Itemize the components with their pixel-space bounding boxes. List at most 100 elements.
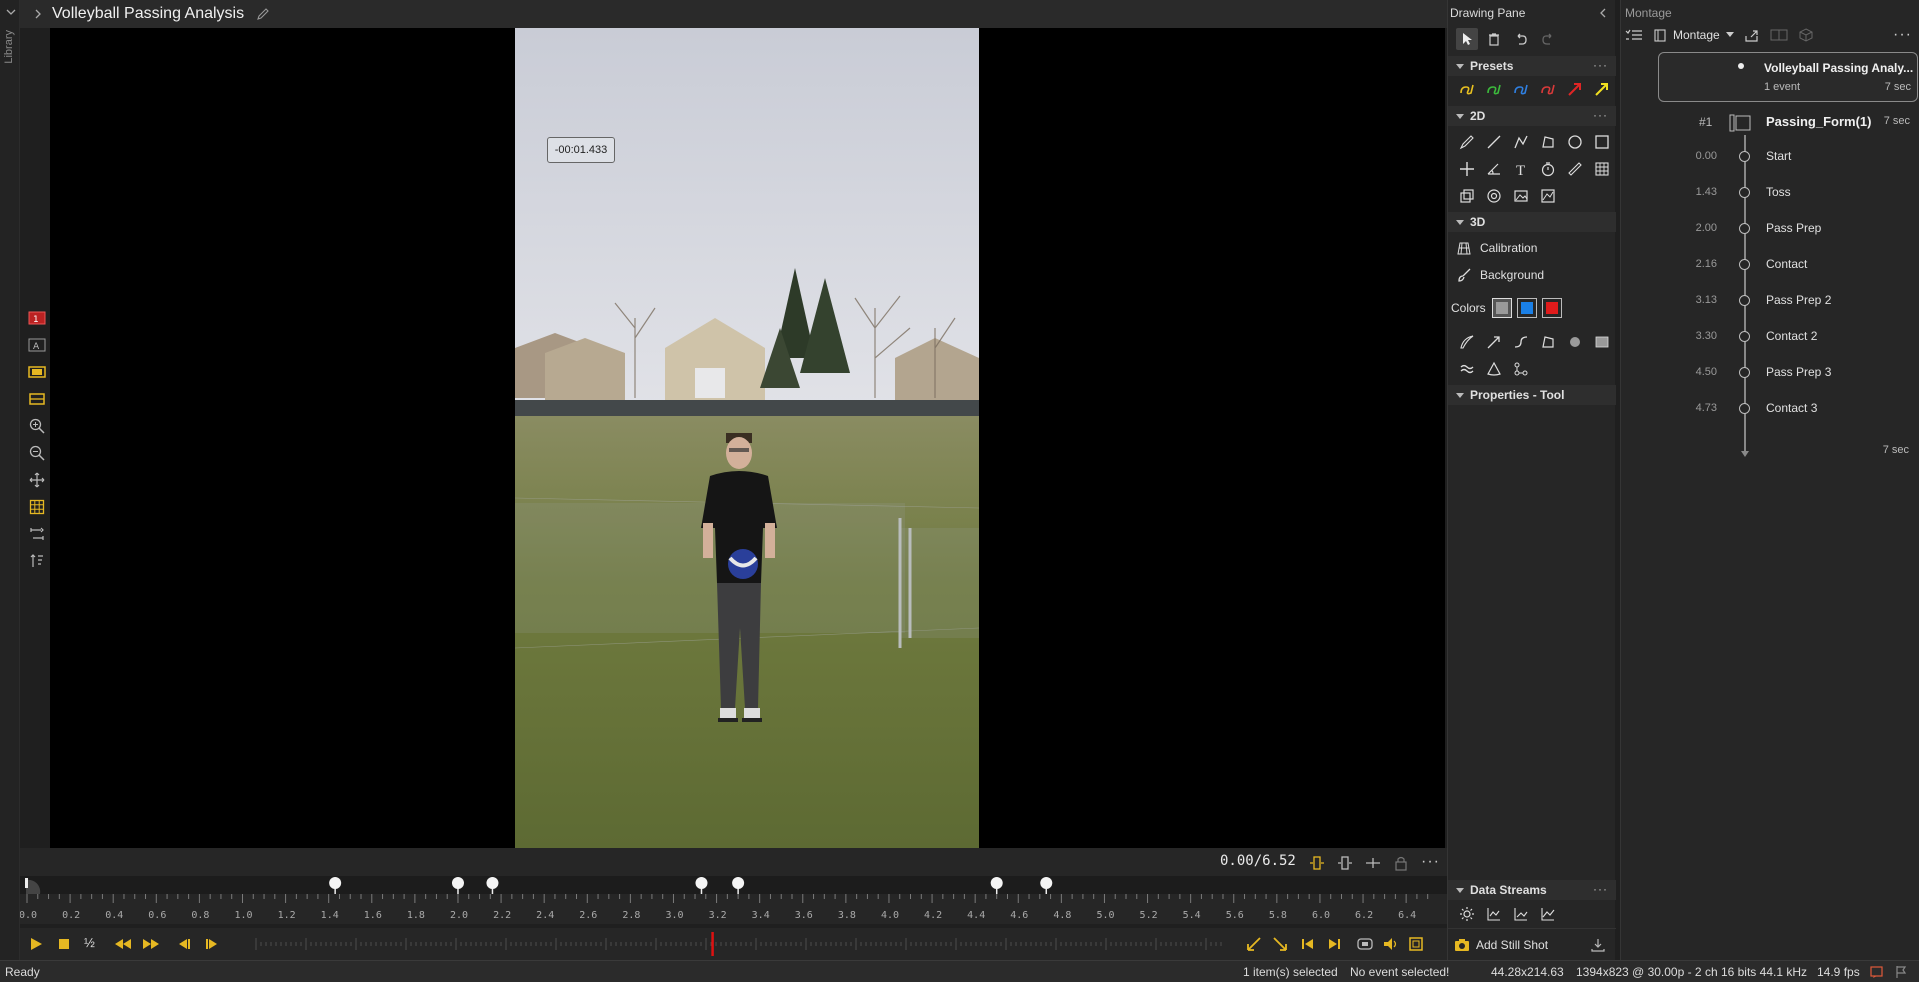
- image-tool[interactable]: [1510, 185, 1532, 207]
- record-tool[interactable]: 1: [24, 305, 50, 331]
- pen-tool[interactable]: [1456, 131, 1478, 153]
- stroke-style-tool[interactable]: [1456, 331, 1478, 353]
- fill-circle-tool[interactable]: [1564, 331, 1586, 353]
- magnifier-tool[interactable]: [1456, 185, 1478, 207]
- cone-tool[interactable]: [1483, 358, 1505, 380]
- flag-icon[interactable]: [1894, 965, 1908, 979]
- shape-style-tool[interactable]: [1537, 331, 1559, 353]
- undo-tool[interactable]: [1510, 28, 1532, 50]
- grid-tool[interactable]: [24, 494, 50, 520]
- section-3d[interactable]: 3D: [1448, 212, 1616, 232]
- crosshair-tool[interactable]: [1456, 158, 1478, 180]
- chevron-down-icon[interactable]: [6, 8, 16, 16]
- pattern-tool[interactable]: [1456, 358, 1478, 380]
- list-icon[interactable]: [1625, 28, 1643, 42]
- event-row[interactable]: 4.50 Pass Prep 3: [1621, 362, 1919, 384]
- half-speed-button[interactable]: ½: [84, 935, 95, 950]
- library-strip[interactable]: Library: [0, 0, 20, 960]
- download-icon[interactable]: [1590, 937, 1606, 953]
- export-icon[interactable]: [1744, 28, 1760, 42]
- event-marker-track[interactable]: [20, 876, 1447, 894]
- color-swatch[interactable]: [1492, 298, 1512, 318]
- fast-forward-button[interactable]: [142, 936, 160, 952]
- more-options-icon[interactable]: ···: [1421, 853, 1440, 871]
- preset-arrow-red[interactable]: [1564, 78, 1586, 100]
- fit-width-icon[interactable]: [1309, 855, 1325, 871]
- preset-pen-1[interactable]: [1456, 78, 1478, 100]
- curve-style-tool[interactable]: [1510, 331, 1532, 353]
- montage-dropdown[interactable]: Montage: [1653, 28, 1734, 42]
- layers-tool[interactable]: [24, 386, 50, 412]
- stream-chart-button[interactable]: [1483, 903, 1505, 925]
- timestamp-overlay[interactable]: -00:01.433: [547, 137, 615, 163]
- volume-button[interactable]: [1382, 936, 1400, 952]
- step-back-button[interactable]: [176, 936, 192, 952]
- stream-export-button[interactable]: [1537, 903, 1559, 925]
- align-horizontal-tool[interactable]: [24, 521, 50, 547]
- compare-icon[interactable]: [1770, 28, 1788, 42]
- grid-overlay-tool[interactable]: [1591, 158, 1613, 180]
- preset-pen-2[interactable]: [1483, 78, 1505, 100]
- chevron-right-icon[interactable]: [34, 9, 42, 19]
- event-row[interactable]: 2.00 Pass Prep: [1621, 218, 1919, 240]
- play-button[interactable]: [28, 936, 44, 952]
- cube-icon[interactable]: [1798, 28, 1814, 42]
- frame-tool[interactable]: [24, 359, 50, 385]
- preset-arrow-yellow[interactable]: [1591, 78, 1613, 100]
- stream-settings-button[interactable]: [1456, 903, 1478, 925]
- section-2d-more-icon[interactable]: ···: [1593, 108, 1608, 122]
- redo-tool[interactable]: [1537, 28, 1559, 50]
- text-overlay-tool[interactable]: A: [24, 332, 50, 358]
- rectangle-tool[interactable]: [1591, 131, 1613, 153]
- line-tool[interactable]: [1483, 131, 1505, 153]
- frame-track[interactable]: [230, 928, 1230, 960]
- data-streams-more-icon[interactable]: ···: [1593, 882, 1608, 896]
- spotlight-tool[interactable]: [1483, 185, 1505, 207]
- stream-add-button[interactable]: [1510, 903, 1532, 925]
- stop-button[interactable]: [56, 936, 72, 952]
- pan-tool[interactable]: [24, 467, 50, 493]
- color-swatch[interactable]: [1542, 298, 1562, 318]
- library-label[interactable]: Library: [3, 30, 15, 64]
- presets-more-icon[interactable]: ···: [1593, 58, 1608, 72]
- fit-height-icon[interactable]: [1337, 855, 1353, 871]
- polygon-tool[interactable]: [1537, 131, 1559, 153]
- stopwatch-tool[interactable]: [1537, 158, 1559, 180]
- preset-pen-4[interactable]: [1537, 78, 1559, 100]
- ruler-tool[interactable]: [1564, 158, 1586, 180]
- step-forward-button[interactable]: [204, 936, 220, 952]
- select-tool[interactable]: [1456, 28, 1478, 50]
- fullscreen-button[interactable]: [1408, 936, 1424, 952]
- add-still-shot-button[interactable]: Add Still Shot: [1454, 937, 1548, 953]
- graph-tool[interactable]: [1537, 185, 1559, 207]
- preset-pen-3[interactable]: [1510, 78, 1532, 100]
- data-streams-section[interactable]: Data Streams ···: [1448, 880, 1616, 900]
- mark-out-button[interactable]: [1272, 936, 1290, 952]
- notification-icon[interactable]: [1870, 965, 1884, 979]
- text-tool[interactable]: T: [1510, 158, 1532, 180]
- sort-vertical-tool[interactable]: [24, 548, 50, 574]
- rewind-button[interactable]: [114, 936, 132, 952]
- zoom-out-tool[interactable]: [24, 440, 50, 466]
- event-row[interactable]: 4.73 Contact 3: [1621, 398, 1919, 420]
- fill-rect-tool[interactable]: [1591, 331, 1613, 353]
- zoom-in-tool[interactable]: [24, 413, 50, 439]
- split-icon[interactable]: [1365, 855, 1381, 871]
- arrow-style-tool[interactable]: [1483, 331, 1505, 353]
- event-row[interactable]: 1.43 Toss: [1621, 182, 1919, 204]
- lock-icon[interactable]: [1393, 855, 1409, 871]
- event-row[interactable]: 0.00 Start: [1621, 146, 1919, 168]
- delete-tool[interactable]: [1483, 28, 1505, 50]
- polyline-tool[interactable]: [1510, 131, 1532, 153]
- event-markers[interactable]: [20, 876, 1447, 894]
- angle-tool[interactable]: [1483, 158, 1505, 180]
- montage-more-icon[interactable]: ···: [1893, 26, 1912, 44]
- collapse-left-icon[interactable]: [1598, 8, 1608, 18]
- event-row[interactable]: 3.13 Pass Prep 2: [1621, 290, 1919, 312]
- section-2d[interactable]: 2D ···: [1448, 106, 1616, 126]
- clip-row[interactable]: #1 Passing_Form(1) 7 sec: [1621, 111, 1919, 135]
- background-item[interactable]: Background: [1456, 264, 1544, 286]
- project-card[interactable]: Volleyball Passing Analy... 1 event 7 se…: [1658, 52, 1918, 102]
- mark-in-button[interactable]: [1246, 936, 1264, 952]
- go-to-start-button[interactable]: [1300, 936, 1316, 952]
